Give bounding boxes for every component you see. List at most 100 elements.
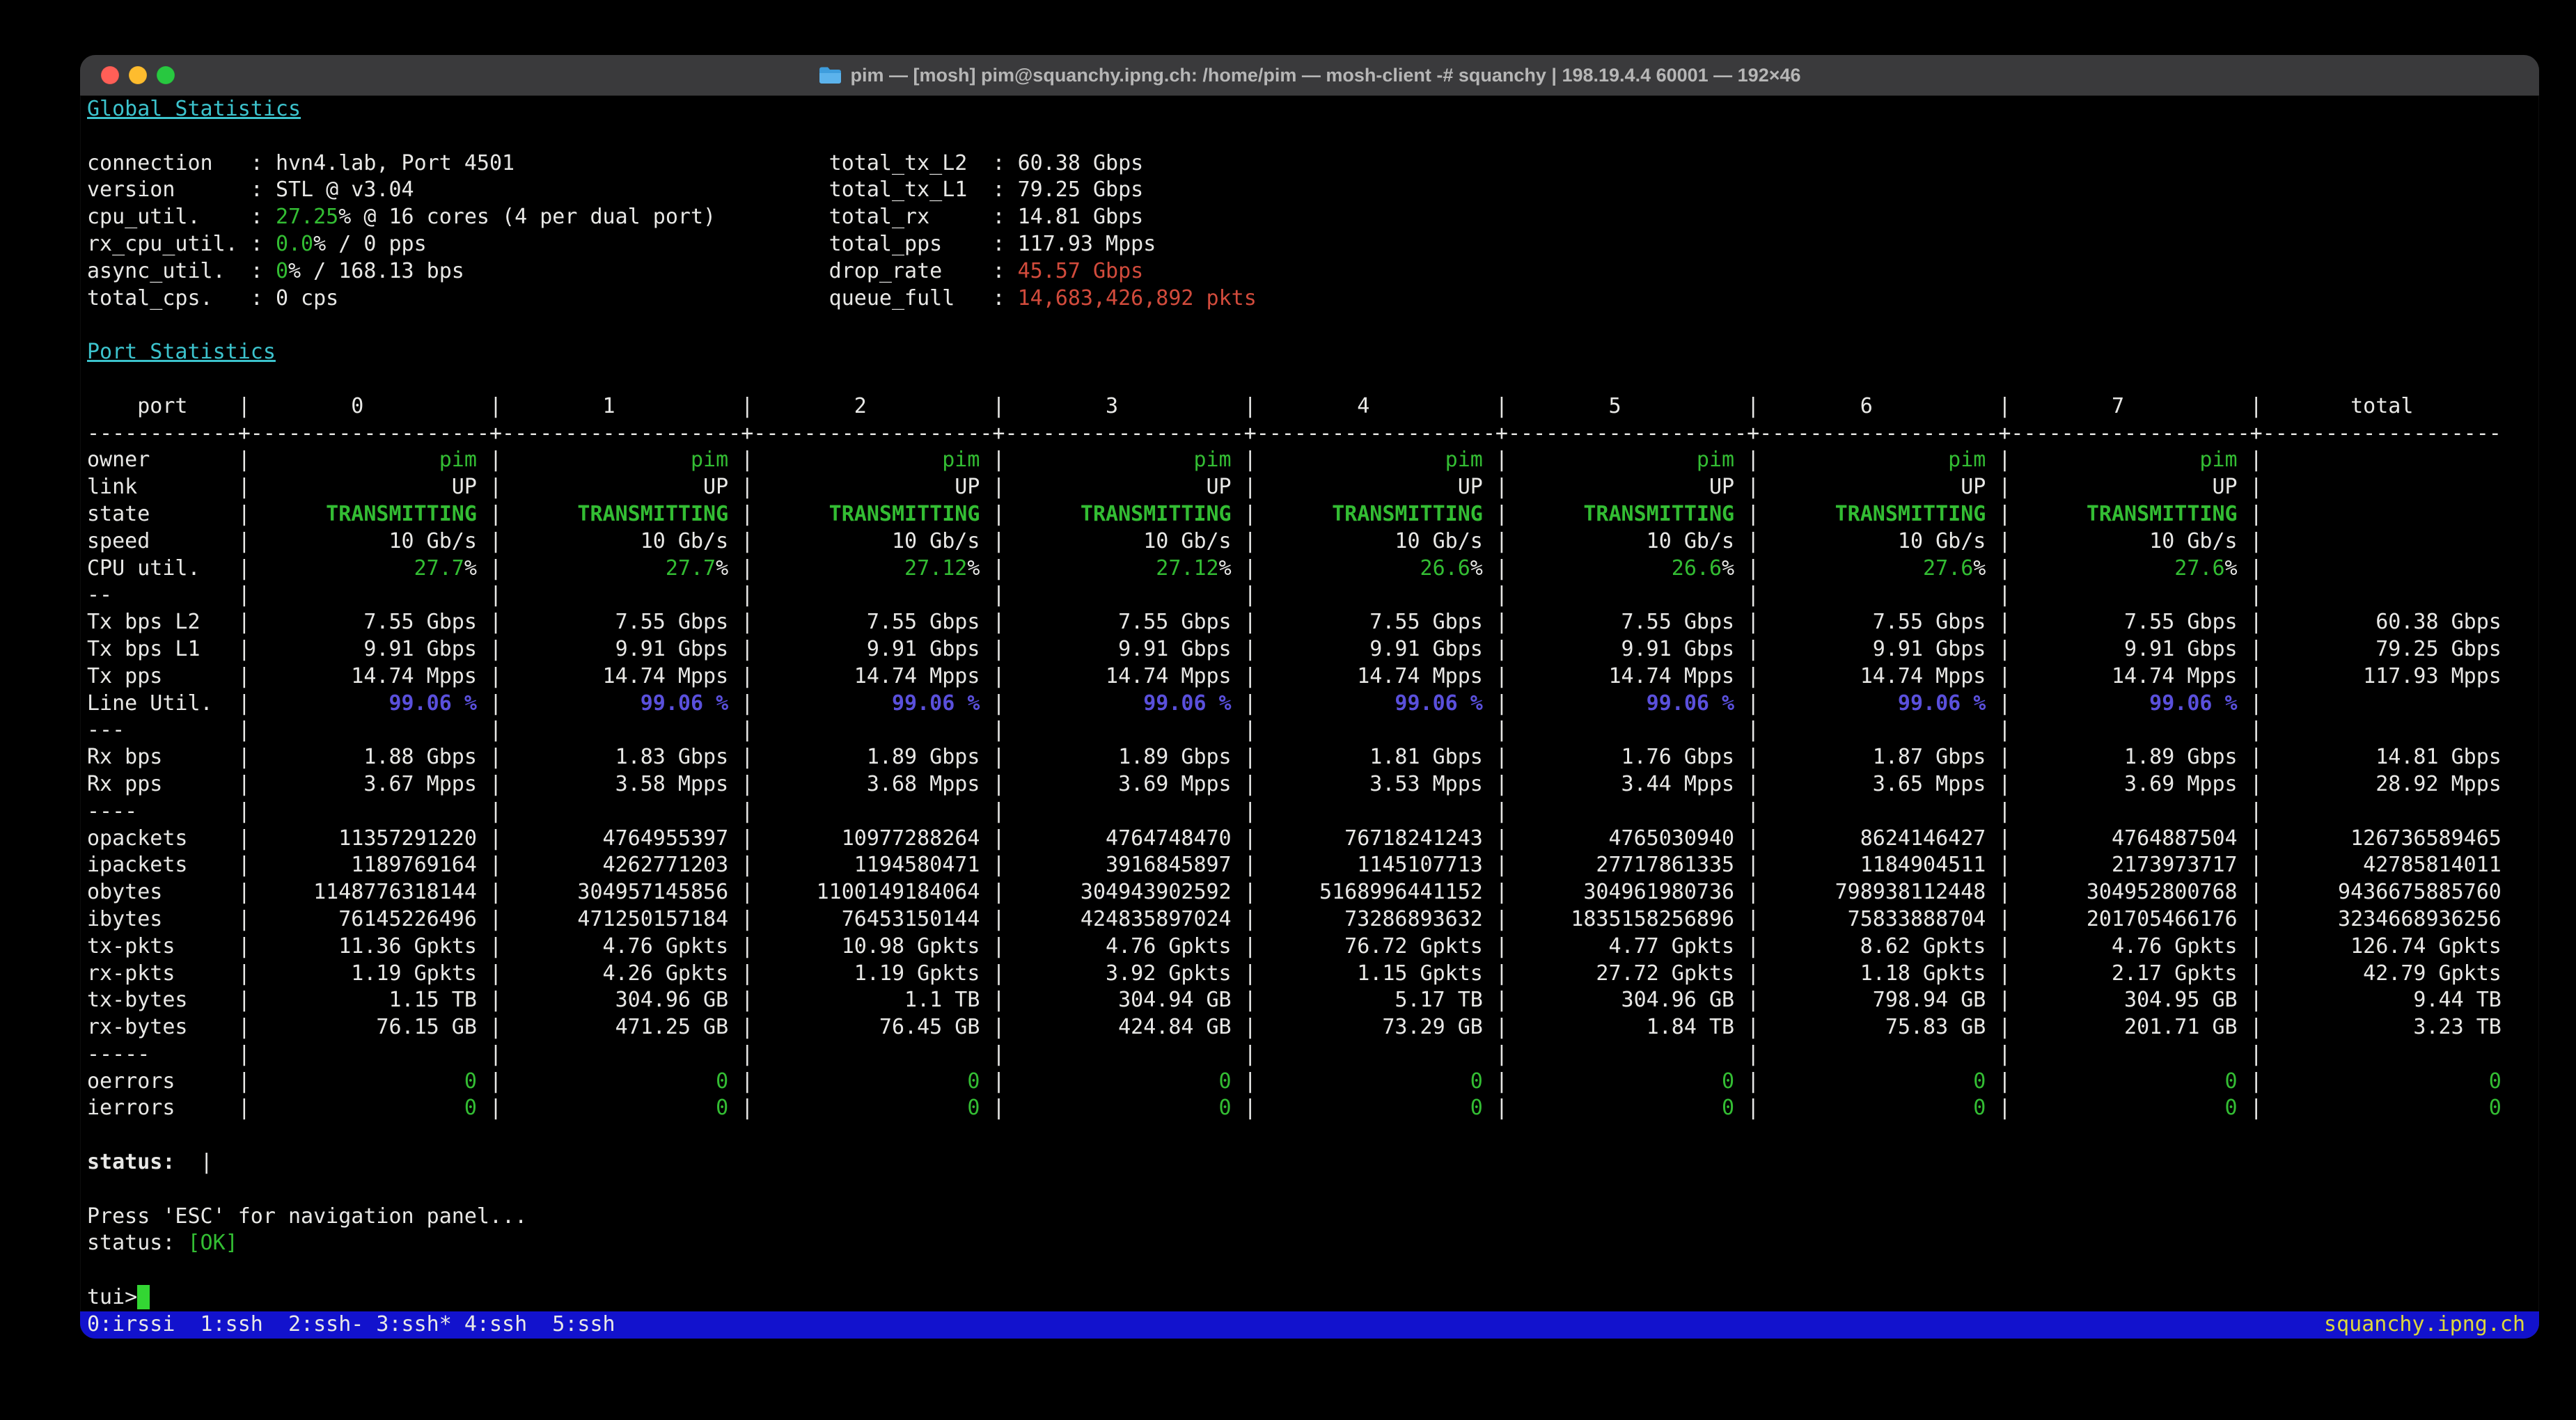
row-label: state | bbox=[87, 502, 251, 526]
cell-value: UP bbox=[1759, 475, 1986, 499]
cell-value: 27.6 bbox=[1759, 556, 1973, 581]
cell-value: 4764748470 bbox=[1005, 826, 1232, 851]
global-stat-value: 45.57 Gbps bbox=[1018, 259, 1144, 283]
total-value bbox=[2263, 691, 2502, 716]
cell-value: 1100149184064 bbox=[753, 880, 980, 904]
global-stats-row-total-cps: total_cps. : 0 cps queue_full : 14,683,4… bbox=[87, 285, 2532, 313]
cell-value: 304.96 GB bbox=[1508, 988, 1734, 1012]
cell-value: 0 bbox=[1508, 1069, 1734, 1094]
cell-value: 7.55 Gbps bbox=[1508, 610, 1734, 634]
port-table-row-rule: --- | | | | | | | | | bbox=[87, 717, 2532, 744]
total-value: 3.23 TB bbox=[2263, 1015, 2502, 1039]
global-stat-value: 79.25 Gbps bbox=[1018, 178, 1144, 202]
row-label: Tx bps L1 | bbox=[87, 637, 251, 661]
cell-value: pim bbox=[1005, 448, 1232, 472]
port-table-row-rule: ---- | | | | | | | | | bbox=[87, 798, 2532, 826]
row-label: ipackets | bbox=[87, 853, 251, 877]
esc-hint-row: Press 'ESC' for navigation panel... bbox=[87, 1204, 2532, 1231]
cell-value: 7.55 Gbps bbox=[753, 610, 980, 634]
window-titlebar: pim — [mosh] pim@squanchy.ipng.ch: /home… bbox=[80, 55, 2539, 96]
cell-value: 11.36 Gpkts bbox=[251, 934, 477, 958]
port-table-rule: ------------+-------------------+-------… bbox=[87, 420, 2532, 448]
cell-value: 0 bbox=[753, 1096, 980, 1120]
cell-value: 1.81 Gbps bbox=[1257, 745, 1483, 769]
global-stat-value: 14.81 Gbps bbox=[1018, 205, 1144, 229]
cell-value: 0 bbox=[753, 1069, 980, 1094]
cell-value: 304952800768 bbox=[2011, 880, 2237, 904]
row-label: Tx bps L2 | bbox=[87, 610, 251, 634]
cell-value: 9.91 Gbps bbox=[1508, 637, 1734, 661]
row-label: link | bbox=[87, 475, 251, 499]
cell-value: 9.91 Gbps bbox=[753, 637, 980, 661]
cell-value: 4.76 Gpkts bbox=[502, 934, 728, 958]
cell-value: 14.74 Mpps bbox=[1257, 664, 1483, 688]
cell-value: 304961980736 bbox=[1508, 880, 1734, 904]
tui-prompt-row[interactable]: tui> bbox=[87, 1284, 2532, 1311]
cell-value: 75.83 GB bbox=[1759, 1015, 1986, 1039]
cell-value: 9.91 Gbps bbox=[1005, 637, 1232, 661]
cell-value: 14.74 Mpps bbox=[1508, 664, 1734, 688]
zoom-button[interactable] bbox=[157, 66, 175, 84]
cell-value: 4.76 Gpkts bbox=[2011, 934, 2237, 958]
total-value: 42.79 Gpkts bbox=[2263, 961, 2502, 986]
cell-value: pim bbox=[2011, 448, 2237, 472]
close-button[interactable] bbox=[101, 66, 119, 84]
cell-value: UP bbox=[1508, 475, 1734, 499]
cell-value: 27.12 bbox=[753, 556, 967, 581]
screen-status-bar: 0:irssi 1:ssh 2:ssh- 3:ssh* 4:ssh 5:sshs… bbox=[80, 1311, 2539, 1339]
cell-value: 5168996441152 bbox=[1257, 880, 1483, 904]
tui-prompt-label: tui> bbox=[87, 1285, 137, 1309]
cell-value: 7.55 Gbps bbox=[1257, 610, 1483, 634]
esc-hint-text: Press 'ESC' for navigation panel... bbox=[87, 1204, 527, 1229]
port-table-row-rx-pkts: rx-pkts | 1.19 Gpkts | 4.26 Gpkts | 1.19… bbox=[87, 961, 2532, 988]
cell-value: 76.15 GB bbox=[251, 1015, 477, 1039]
cell-value: 10 Gb/s bbox=[1257, 529, 1483, 553]
global-statistics-heading: Global Statistics bbox=[87, 96, 2532, 123]
port-table-row-obytes: obytes | 1148776318144 | 304957145856 | … bbox=[87, 879, 2532, 906]
row-label: -- | bbox=[87, 583, 251, 607]
port-table-row-tx-bps-l2: Tx bps L2 | 7.55 Gbps | 7.55 Gbps | 7.55… bbox=[87, 609, 2532, 636]
cell-value: pim bbox=[753, 448, 980, 472]
cell-value: pim bbox=[251, 448, 477, 472]
cell-value: 10 Gb/s bbox=[502, 529, 728, 553]
cell-value: 5.17 TB bbox=[1257, 988, 1483, 1012]
cell-value: UP bbox=[1257, 475, 1483, 499]
global-stats-row-connection: connection : hvn4.lab, Port 4501 total_t… bbox=[87, 150, 2532, 178]
global-stats-row-cpu-util: cpu_util. : 27.25% @ 16 cores (4 per dua… bbox=[87, 204, 2532, 231]
cell-value: 1.76 Gbps bbox=[1508, 745, 1734, 769]
blank-row bbox=[87, 1176, 2532, 1204]
global-stat-label: cpu_util. : bbox=[87, 205, 276, 229]
global-stat-label: queue_full : bbox=[829, 286, 1018, 310]
cell-value: 0 bbox=[1257, 1069, 1483, 1094]
global-stat-label: rx_cpu_util. : bbox=[87, 232, 276, 256]
terminal-cursor[interactable] bbox=[137, 1285, 150, 1309]
global-stat-value: 0 bbox=[276, 259, 288, 283]
cell-value: 0 bbox=[2011, 1096, 2237, 1120]
cell-value: 10 Gb/s bbox=[1005, 529, 1232, 553]
cell-value: 9.91 Gbps bbox=[2011, 637, 2237, 661]
port-column-header: 6 | bbox=[1759, 394, 2011, 418]
cell-value: 76718241243 bbox=[1257, 826, 1483, 851]
cell-value: 3.53 Mpps bbox=[1257, 772, 1483, 796]
terminal-screen[interactable]: Global Statistics connection : hvn4.lab,… bbox=[80, 96, 2539, 1339]
cell-value: 4.26 Gpkts bbox=[502, 961, 728, 986]
cell-value: 0 bbox=[502, 1096, 728, 1120]
port-table-row-ipackets: ipackets | 1189769164 | 4262771203 | 119… bbox=[87, 852, 2532, 879]
cell-value: TRANSMITTING bbox=[2011, 502, 2237, 526]
total-value: 42785814011 bbox=[2263, 853, 2502, 877]
row-label: owner | bbox=[87, 448, 251, 472]
row-label: tx-bytes | bbox=[87, 988, 251, 1012]
minimize-button[interactable] bbox=[129, 66, 147, 84]
total-value bbox=[2263, 583, 2502, 607]
cell-value: 424835897024 bbox=[1005, 907, 1232, 931]
global-stat-label: async_util. : bbox=[87, 259, 276, 283]
total-value: 28.92 Mpps bbox=[2263, 772, 2502, 796]
total-value bbox=[2263, 502, 2502, 526]
global-stat-value: % / 168.13 bps bbox=[288, 259, 464, 283]
cell-value: 76453150144 bbox=[753, 907, 980, 931]
cell-value: 3.67 Mpps bbox=[251, 772, 477, 796]
row-label: ----- | bbox=[87, 1042, 251, 1066]
total-value: 9.44 TB bbox=[2263, 988, 2502, 1012]
port-table-row-opackets: opackets | 11357291220 | 4764955397 | 10… bbox=[87, 826, 2532, 853]
cell-value: 2.17 Gpkts bbox=[2011, 961, 2237, 986]
